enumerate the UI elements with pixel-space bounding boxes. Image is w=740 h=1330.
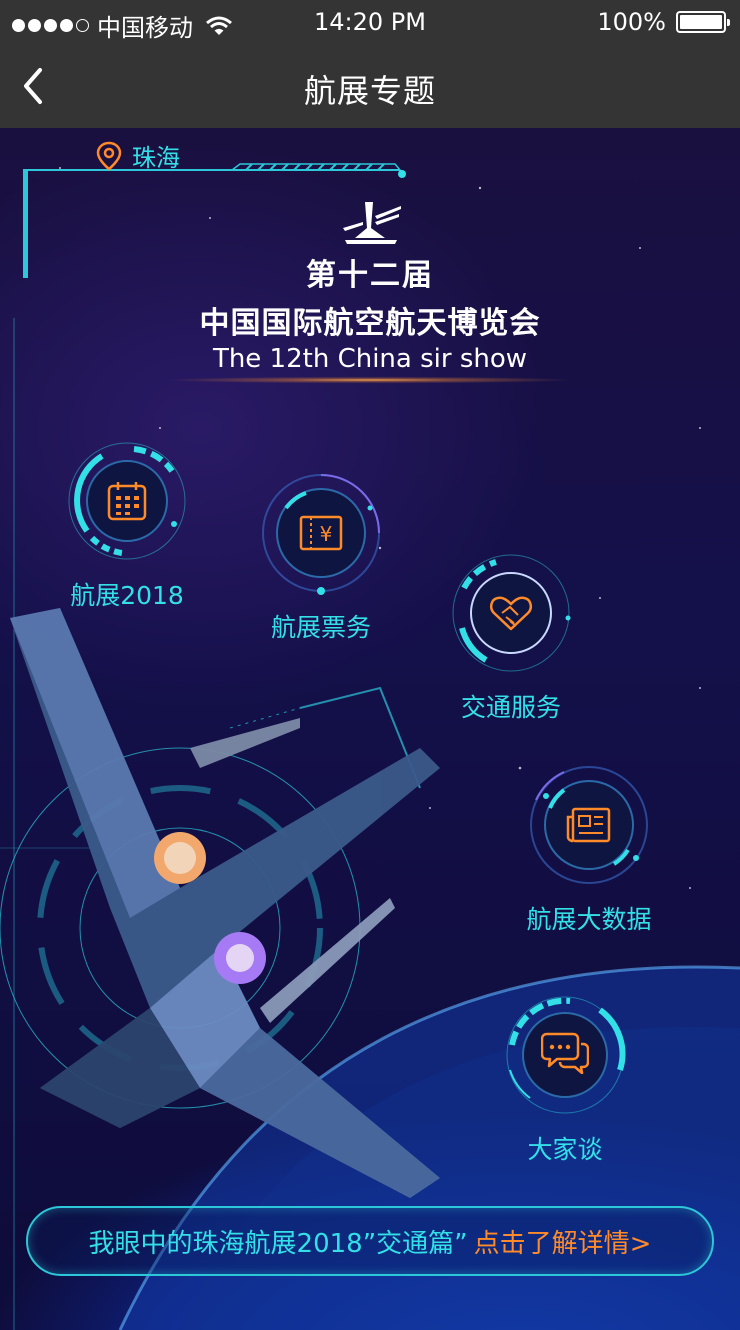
- battery-icon: [676, 11, 730, 33]
- banner-text: 我眼中的珠海航展2018”交通篇”: [88, 1228, 468, 1259]
- chat-icon: [541, 1032, 589, 1074]
- feature-transport[interactable]: 交通服务: [446, 548, 576, 724]
- banner-link[interactable]: 点击了解详情>: [474, 1223, 652, 1260]
- feature-label: 航展大数据: [526, 905, 652, 934]
- location-pin-icon: [96, 141, 122, 171]
- location[interactable]: 珠海: [96, 138, 180, 173]
- jet-image: [10, 608, 440, 1198]
- calendar-icon: [107, 482, 147, 521]
- glow-divider: [130, 376, 610, 384]
- page-title: 航展专题: [303, 72, 436, 110]
- feature-label: 交通服务: [460, 693, 561, 722]
- news-icon: [566, 807, 611, 843]
- feature-discussion[interactable]: 大家谈: [500, 990, 630, 1166]
- feature-tickets[interactable]: ¥ 航展票务: [256, 468, 386, 644]
- battery-percent: 100%: [597, 8, 666, 36]
- headline-name: 中国国际航空航天博览会: [199, 306, 541, 341]
- nav-bar: 航展专题: [0, 44, 740, 128]
- headline-english: The 12th China sir show: [212, 344, 528, 374]
- ticket-icon: ¥: [299, 515, 343, 551]
- feature-label: 大家谈: [527, 1135, 603, 1164]
- handshake-icon: [489, 596, 533, 631]
- headline: 第十二届 中国国际航空航天博览会 The 12th China sir show: [0, 198, 740, 374]
- promo-banner[interactable]: 我眼中的珠海航展2018”交通篇” 点击了解详情>: [26, 1206, 714, 1276]
- feature-label: 航展票务: [270, 613, 371, 642]
- feature-big-data[interactable]: 航展大数据: [524, 760, 654, 936]
- airshow-emblem-icon: [343, 202, 401, 244]
- location-label: 珠海: [132, 144, 180, 172]
- status-bar: 中国移动 14:20 PM 100%: [0, 0, 740, 44]
- svg-text:¥: ¥: [320, 522, 333, 546]
- feature-airshow-2018[interactable]: 航展2018: [62, 436, 192, 612]
- headline-edition: 第十二届: [306, 258, 434, 293]
- page: 中国移动 14:20 PM 100% 航展专题 珠海 第十二届 中国国际航空航天…: [0, 0, 740, 1330]
- main-content: 珠海 第十二届 中国国际航空航天博览会 The 12th China sir s…: [0, 128, 740, 1330]
- feature-label: 航展2018: [70, 581, 184, 610]
